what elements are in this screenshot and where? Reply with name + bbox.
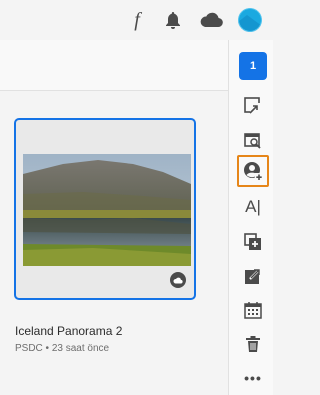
document-meta: PSDC • 23 saat önce bbox=[15, 343, 110, 354]
document-thumbnail bbox=[23, 154, 191, 266]
toolbar-strip bbox=[0, 40, 228, 91]
trash-icon[interactable] bbox=[241, 332, 265, 356]
font-icon[interactable]: f bbox=[128, 8, 146, 32]
calendar-icon[interactable] bbox=[241, 298, 265, 322]
avatar[interactable] bbox=[238, 8, 262, 32]
document-grid: Iceland Panorama 2 PSDC • 23 saat önce bbox=[0, 91, 228, 395]
right-rail: 1 A| ••• bbox=[228, 40, 273, 395]
more-icon[interactable]: ••• bbox=[241, 366, 265, 390]
invite-icon[interactable] bbox=[237, 155, 269, 187]
document-title[interactable]: Iceland Panorama 2 bbox=[15, 324, 122, 338]
share-icon[interactable] bbox=[241, 264, 265, 288]
top-bar: f bbox=[0, 0, 273, 41]
document-card[interactable] bbox=[14, 118, 196, 300]
preview-icon[interactable] bbox=[241, 128, 265, 152]
bell-icon[interactable] bbox=[163, 8, 183, 32]
sync-cloud-icon bbox=[170, 272, 186, 288]
cloud-icon[interactable] bbox=[198, 8, 224, 32]
open-icon[interactable] bbox=[241, 94, 265, 118]
selection-count-badge[interactable]: 1 bbox=[239, 52, 267, 80]
text-icon[interactable]: A| bbox=[241, 195, 265, 219]
duplicate-icon[interactable] bbox=[241, 230, 265, 254]
